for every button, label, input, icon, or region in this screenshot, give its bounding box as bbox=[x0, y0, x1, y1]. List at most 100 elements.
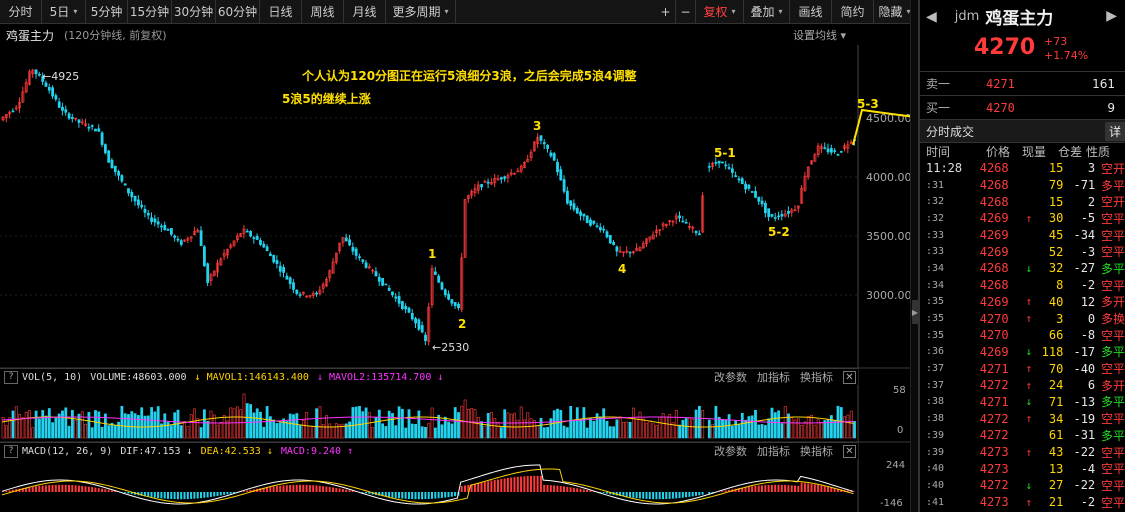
volume-bar bbox=[186, 426, 190, 439]
candle-body bbox=[361, 259, 365, 262]
period-tab-8[interactable]: 月线 bbox=[344, 0, 386, 23]
macd-bar bbox=[229, 492, 232, 494]
tool-button-3[interactable]: 叠加 ▾ bbox=[744, 0, 790, 23]
volume-bar bbox=[737, 424, 741, 439]
next-contract-icon[interactable]: ▶ bbox=[1106, 8, 1117, 24]
period-tab-3[interactable]: 15分钟 bbox=[128, 0, 172, 23]
macd-switch-indicator-button[interactable]: 换指标 bbox=[800, 443, 833, 459]
set-moving-average-button[interactable]: 设置均线 ▾ bbox=[793, 27, 846, 43]
volume-help-icon[interactable]: ? bbox=[4, 370, 18, 384]
candle-body bbox=[47, 86, 51, 91]
macd-bar bbox=[662, 492, 664, 500]
tick-price: 4271 bbox=[979, 361, 1009, 376]
volume-bar bbox=[189, 414, 193, 439]
volume-bar bbox=[183, 421, 187, 439]
tick-direction-icon: ↓ bbox=[1025, 395, 1033, 409]
macd-bar bbox=[582, 489, 585, 492]
macd-bar bbox=[61, 484, 64, 492]
volume-bar bbox=[400, 408, 404, 439]
macd-bar bbox=[104, 489, 107, 492]
volume-bar bbox=[466, 408, 470, 439]
period-tab-1[interactable]: 5日 ▾ bbox=[42, 0, 86, 23]
volume-bar bbox=[117, 421, 121, 439]
candle-body bbox=[156, 221, 160, 225]
chevron-down-icon: ▾ bbox=[444, 7, 449, 16]
volume-bar bbox=[615, 419, 619, 439]
tool-button-4[interactable]: 画线 bbox=[790, 0, 832, 23]
macd-bar bbox=[678, 492, 681, 499]
candle-body bbox=[727, 167, 731, 169]
macd-bar bbox=[523, 476, 526, 492]
contract-name: 鸡蛋主力 bbox=[6, 28, 55, 43]
macd-bar bbox=[305, 484, 308, 492]
macd-bar bbox=[536, 475, 539, 492]
volume-axis-max: 58 bbox=[893, 385, 906, 396]
high-price-label: ←4925 bbox=[42, 70, 79, 83]
volume-bar bbox=[97, 411, 101, 439]
volume-switch-indicator-button[interactable]: 换指标 bbox=[800, 369, 833, 385]
macd-bar bbox=[450, 492, 453, 497]
tick-oi-change: -27 bbox=[1073, 261, 1096, 276]
period-tab-6[interactable]: 日线 bbox=[260, 0, 302, 23]
period-tab-5[interactable]: 60分钟 bbox=[216, 0, 260, 23]
period-tab-4[interactable]: 30分钟 bbox=[172, 0, 216, 23]
volume-bar bbox=[622, 421, 625, 439]
volume-add-indicator-button[interactable]: 加指标 bbox=[757, 369, 790, 385]
candle-body bbox=[295, 289, 299, 294]
volume-bar bbox=[292, 414, 295, 439]
candle-body bbox=[245, 230, 249, 233]
tool-button-5[interactable]: 简约 bbox=[832, 0, 874, 23]
tool-button-1[interactable]: − bbox=[676, 0, 696, 23]
tick-row: :35 4270 ↑ 3 0 多换 bbox=[920, 310, 1125, 327]
macd-change-params-button[interactable]: 改参数 bbox=[714, 443, 747, 459]
macd-bar bbox=[569, 487, 572, 492]
panel-divider[interactable]: ▶ bbox=[910, 0, 918, 512]
volume-bar bbox=[565, 427, 569, 439]
macd-bar bbox=[176, 492, 179, 500]
tool-button-2[interactable]: 复权 ▾ bbox=[696, 0, 744, 23]
volume-bar bbox=[24, 411, 28, 439]
period-tab-7[interactable]: 周线 bbox=[302, 0, 344, 23]
volume-bar bbox=[420, 426, 424, 439]
volume-bar bbox=[846, 414, 850, 439]
period-tab-0[interactable]: 分时 bbox=[0, 0, 42, 23]
candle-body bbox=[433, 271, 437, 275]
macd-bar bbox=[68, 484, 70, 492]
macd-bar bbox=[454, 492, 457, 497]
volume-change-params-button[interactable]: 改参数 bbox=[714, 369, 747, 385]
macd-close-icon[interactable]: ✕ bbox=[843, 444, 856, 458]
volume-bar bbox=[559, 409, 563, 439]
macd-bar bbox=[520, 476, 523, 492]
candle-body bbox=[252, 237, 256, 239]
macd-bar bbox=[642, 492, 645, 499]
ticks-detail-button[interactable]: 详 bbox=[1105, 122, 1125, 141]
volume-bar bbox=[71, 410, 74, 439]
volume-bar bbox=[483, 426, 487, 439]
tick-row: :36 4269 ↓ 118 -17 多平 bbox=[920, 344, 1125, 361]
tick-direction-icon: ↑ bbox=[1025, 412, 1033, 426]
macd-help-icon[interactable]: ? bbox=[4, 444, 18, 458]
volume-bar bbox=[651, 423, 655, 439]
tool-button-0[interactable]: + bbox=[656, 0, 676, 23]
col-nature: 性质 bbox=[1086, 145, 1111, 159]
tick-volume: 79 bbox=[1048, 178, 1064, 193]
tick-direction-icon: ↓ bbox=[1025, 261, 1033, 275]
macd-bar bbox=[216, 492, 219, 496]
macd-bar bbox=[318, 485, 321, 492]
volume-close-icon[interactable]: ✕ bbox=[843, 370, 856, 384]
macd-axis-max: 244 bbox=[886, 460, 905, 471]
macd-bar bbox=[107, 489, 110, 492]
volume-bar bbox=[222, 415, 226, 439]
period-tab-2[interactable]: 5分钟 bbox=[86, 0, 128, 23]
macd-bar bbox=[28, 487, 31, 492]
candle-body bbox=[780, 214, 784, 217]
volume-bar bbox=[476, 416, 480, 439]
candle-body bbox=[278, 265, 282, 272]
macd-bar bbox=[510, 477, 513, 492]
macd-add-indicator-button[interactable]: 加指标 bbox=[757, 443, 790, 459]
volume-bar bbox=[767, 418, 771, 439]
period-tab-9[interactable]: 更多周期 ▾ bbox=[386, 0, 456, 23]
candle-body bbox=[420, 325, 424, 333]
previous-contract-icon[interactable]: ◀ bbox=[926, 9, 937, 25]
macd-bar bbox=[747, 486, 750, 492]
